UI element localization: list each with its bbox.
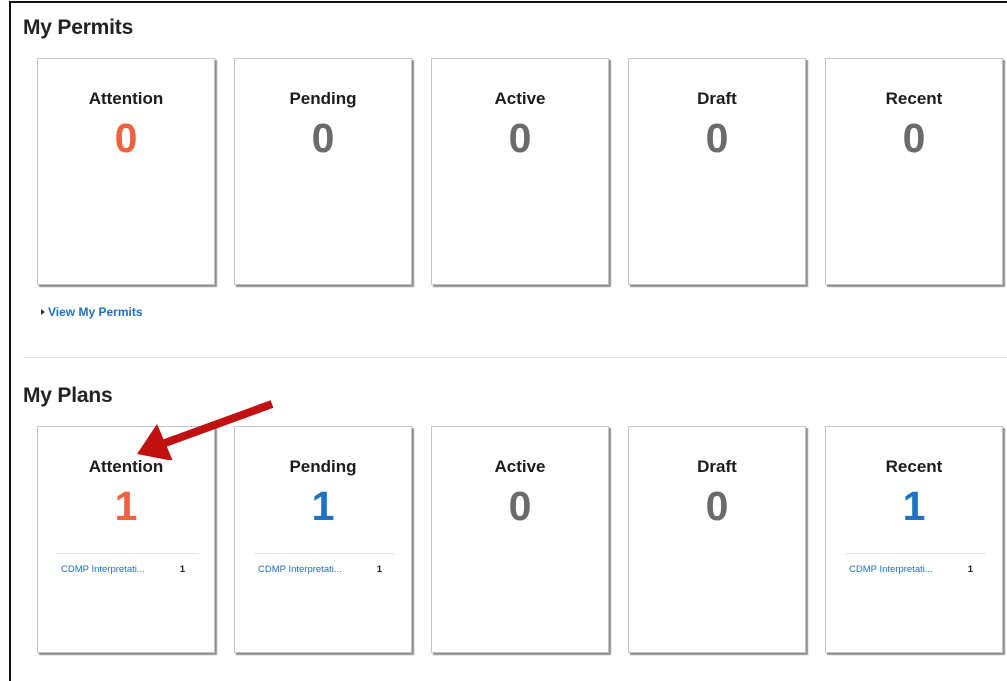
plan-type-count: 1 <box>967 564 973 575</box>
plans-card-pending[interactable]: Pending 1 CDMP Interpretati... 1 <box>234 426 412 653</box>
plans-card-attention[interactable]: Attention 1 CDMP Interpretati... 1 <box>37 426 215 653</box>
card-label: Pending <box>289 89 357 108</box>
plan-type-count: 1 <box>376 564 382 575</box>
red-arrow-icon <box>137 400 274 460</box>
plans-card-active[interactable]: Active 0 <box>431 426 609 653</box>
card-count: 0 <box>705 483 729 529</box>
view-my-permits-link[interactable]: View My Permits <box>41 305 143 319</box>
card-label: Attention <box>88 89 164 108</box>
list-item: CDMP Interpretati... 1 <box>57 564 198 578</box>
card-count: 0 <box>508 483 532 529</box>
list-item: CDMP Interpretati... 1 <box>845 564 986 578</box>
caret-right-icon <box>41 309 45 315</box>
card-count: 0 <box>311 115 335 161</box>
card-count: 1 <box>902 483 926 529</box>
card-label: Recent <box>885 457 943 476</box>
permits-card-recent[interactable]: Recent 0 <box>825 58 1003 285</box>
view-my-permits-label: View My Permits <box>48 305 143 319</box>
card-label: Active <box>494 457 546 476</box>
permits-card-pending[interactable]: Pending 0 <box>234 58 412 285</box>
plans-title: My Plans <box>23 384 113 407</box>
card-separator <box>254 553 395 554</box>
card-count: 1 <box>114 483 138 529</box>
card-label: Draft <box>697 89 737 108</box>
plan-type-link[interactable]: CDMP Interpretati... <box>849 564 933 575</box>
card-count: 0 <box>114 115 138 161</box>
card-label: Active <box>494 89 546 108</box>
permits-card-attention[interactable]: Attention 0 <box>37 58 215 285</box>
plans-card-draft[interactable]: Draft 0 <box>628 426 806 653</box>
card-count: 0 <box>508 115 532 161</box>
permits-card-draft[interactable]: Draft 0 <box>628 58 806 285</box>
card-label: Draft <box>697 457 737 476</box>
card-label: Recent <box>885 89 943 108</box>
card-count: 0 <box>902 115 926 161</box>
card-label: Pending <box>289 457 357 476</box>
section-divider <box>23 357 1007 358</box>
plan-type-link[interactable]: CDMP Interpretati... <box>61 564 145 575</box>
card-separator <box>845 553 986 554</box>
plans-card-recent[interactable]: Recent 1 CDMP Interpretati... 1 <box>825 426 1003 653</box>
plan-type-count: 1 <box>179 564 185 575</box>
card-count: 1 <box>311 483 335 529</box>
plan-type-link[interactable]: CDMP Interpretati... <box>258 564 342 575</box>
permits-title: My Permits <box>23 16 134 39</box>
card-label: Attention <box>88 457 164 476</box>
permits-card-active[interactable]: Active 0 <box>431 58 609 285</box>
card-separator <box>57 553 198 554</box>
list-item: CDMP Interpretati... 1 <box>254 564 395 578</box>
card-count: 0 <box>705 115 729 161</box>
